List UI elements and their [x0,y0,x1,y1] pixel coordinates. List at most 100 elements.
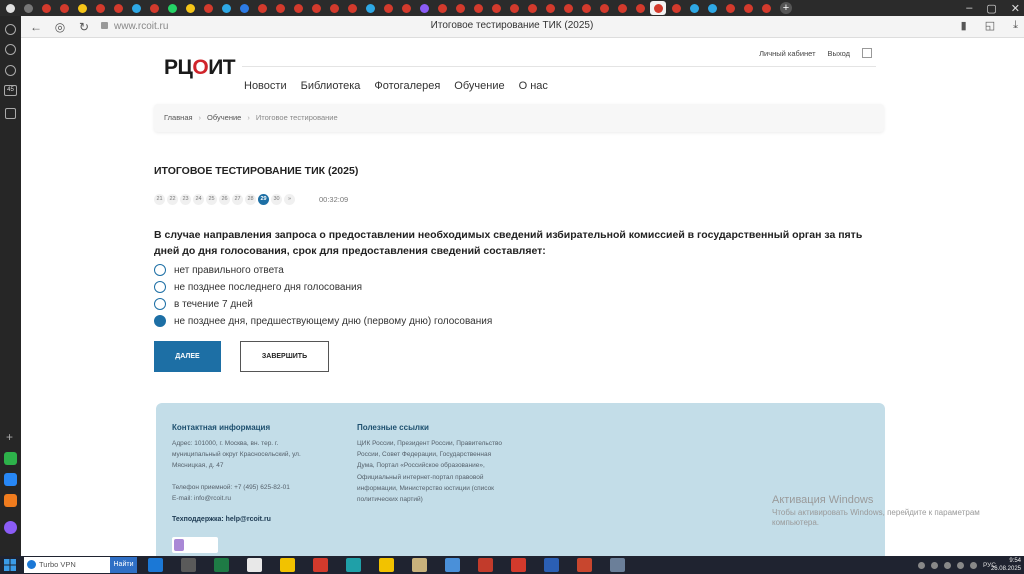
radio-button[interactable] [154,264,166,276]
taskbar-app-icon[interactable] [478,558,493,572]
browser-tab[interactable] [650,1,666,15]
browser-tab[interactable] [308,1,324,15]
browser-tab[interactable] [398,1,414,15]
finish-button[interactable]: ЗАВЕРШИТЬ [240,341,329,372]
answer-option[interactable]: не позднее дня, предшествующему дню (пер… [154,315,492,327]
answer-option[interactable]: не позднее последнего дня голосования [154,281,362,293]
browser-tab[interactable] [758,1,774,15]
browser-tab[interactable] [38,1,54,15]
radio-button[interactable] [154,298,166,310]
windows-start-icon[interactable] [2,557,18,573]
taskbar-app-icon[interactable] [148,558,163,572]
browser-tab[interactable] [362,1,378,15]
browser-tab[interactable] [668,1,684,15]
nav-item-gallery[interactable]: Фотогалерея [374,80,440,92]
download-icon[interactable]: ⤓ [1013,19,1018,32]
taskbar-search-input[interactable]: Turbo VPN [24,557,110,573]
question-number[interactable]: 24 [193,194,204,205]
taskbar-app-icon[interactable] [181,558,196,572]
taskbar-app-icon[interactable] [412,558,427,572]
browser-tab[interactable] [2,1,18,15]
question-number[interactable]: 29 [258,194,269,205]
tray-icon[interactable] [930,561,938,569]
extensions-icon[interactable]: ◱ [985,19,995,32]
browser-tab[interactable] [416,1,432,15]
logout-link[interactable]: Выход [828,49,850,58]
bookmark-icon[interactable]: ▮ [961,19,967,32]
nav-item-library[interactable]: Библиотека [301,80,361,92]
question-number[interactable]: 30 [271,194,282,205]
answer-option[interactable]: нет правильного ответа [154,264,284,276]
browser-tab[interactable] [254,1,270,15]
taskbar-app-icon[interactable] [445,558,460,572]
taskbar-app-icon[interactable] [247,558,262,572]
browser-tab[interactable] [326,1,342,15]
browser-tab[interactable] [92,1,108,15]
question-number[interactable]: 23 [180,194,191,205]
taskbar-app-icon[interactable] [214,558,229,572]
browser-tab[interactable] [578,1,594,15]
browser-tab[interactable] [740,1,756,15]
back-icon[interactable]: ← [28,19,44,35]
shield-icon[interactable]: ◎ [52,19,68,35]
sidebar-screenshot-icon[interactable] [5,108,16,119]
question-number[interactable]: 21 [154,194,165,205]
support-contact[interactable]: Техподдержка: help@rcoit.ru [172,516,271,523]
browser-tab[interactable] [344,1,360,15]
nav-item-about[interactable]: О нас [519,80,548,92]
vk-icon[interactable] [4,473,17,486]
url-field[interactable]: www.rcoit.ru [101,19,168,35]
browser-tab[interactable] [524,1,540,15]
browser-tab[interactable] [272,1,288,15]
sitemap-icon[interactable] [862,48,872,58]
browser-tab[interactable] [110,1,126,15]
taskbar-app-icon[interactable] [313,558,328,572]
browser-tab[interactable] [290,1,306,15]
browser-tab[interactable] [452,1,468,15]
volume-icon[interactable] [969,561,977,569]
maximize-icon[interactable]: ▢ [986,2,996,15]
reload-icon[interactable]: ↻ [76,19,92,35]
close-icon[interactable]: ✕ [1011,2,1020,15]
answer-option[interactable]: в течение 7 дней [154,298,253,310]
browser-tab[interactable] [632,1,648,15]
alice-icon[interactable] [4,521,17,534]
breadcrumb-education[interactable]: Обучение [207,113,241,122]
sidebar-history-icon[interactable] [5,44,16,55]
browser-tab[interactable] [200,1,216,15]
taskbar-app-icon[interactable] [379,558,394,572]
minimize-icon[interactable]: – [966,2,972,14]
sidebar-app-icon[interactable] [4,452,17,465]
question-number[interactable]: 25 [206,194,217,205]
radio-button[interactable] [154,315,166,327]
taskbar-app-icon[interactable] [511,558,526,572]
taskbar-app-icon[interactable] [610,558,625,572]
browser-tab[interactable] [56,1,72,15]
browser-tab[interactable] [236,1,252,15]
nav-item-news[interactable]: Новости [244,80,287,92]
ok-icon[interactable] [4,494,17,507]
browser-tab[interactable] [128,1,144,15]
sidebar-add-icon[interactable]: + [6,430,13,444]
browser-tab[interactable] [560,1,576,15]
browser-tab[interactable] [704,1,720,15]
browser-tab[interactable] [470,1,486,15]
taskbar-app-icon[interactable] [346,558,361,572]
site-logo[interactable]: РЦОИТ [164,56,236,80]
useful-links[interactable]: ЦИК России, Президент России, Правительс… [357,438,509,505]
browser-tab[interactable] [614,1,630,15]
browser-tab[interactable] [434,1,450,15]
tray-icon[interactable] [943,561,951,569]
browser-tab[interactable] [380,1,396,15]
taskbar-search-button[interactable]: Найти [110,557,137,573]
browser-tab[interactable] [20,1,36,15]
browser-tab[interactable] [722,1,738,15]
browser-tab[interactable] [542,1,558,15]
taskbar-app-icon[interactable] [577,558,592,572]
browser-tab[interactable] [182,1,198,15]
browser-tab[interactable] [164,1,180,15]
taskbar-app-icon[interactable] [280,558,295,572]
browser-tab[interactable] [686,1,702,15]
new-tab-icon[interactable]: + [780,2,792,14]
taskbar-app-icon[interactable] [544,558,559,572]
